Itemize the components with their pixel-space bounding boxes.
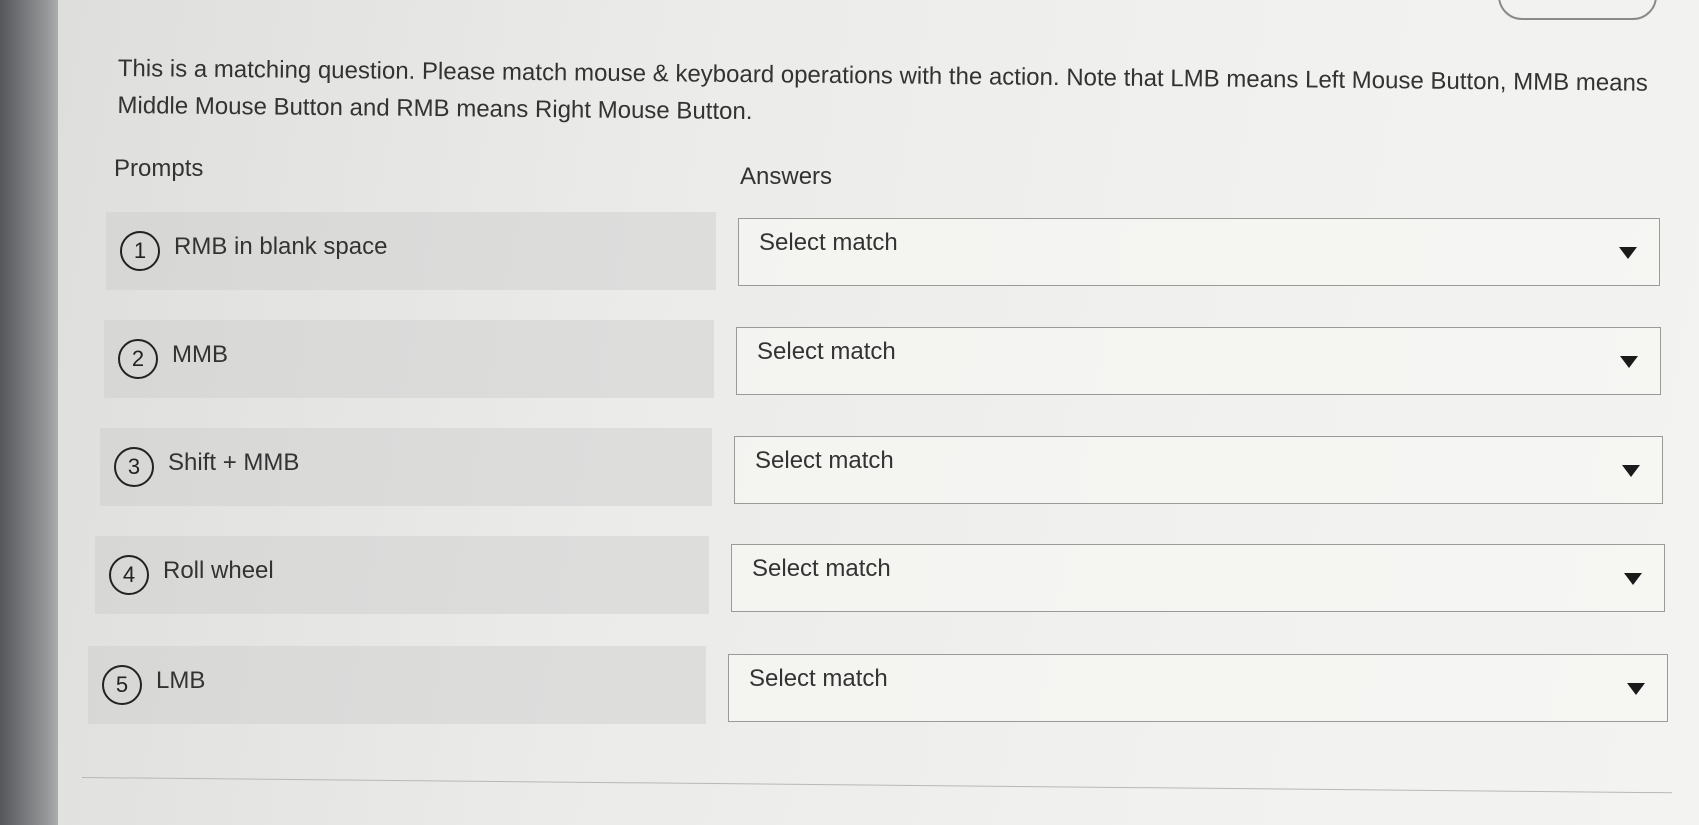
prompt-row-4: 4 Roll wheel xyxy=(95,536,709,614)
answer-select-5[interactable]: Select match xyxy=(728,654,1668,722)
answers-column-header: Answers xyxy=(740,163,833,190)
prompt-label: Shift + MMB xyxy=(168,449,300,476)
question-text: This is a matching question. Please matc… xyxy=(117,54,1648,126)
prompt-row-2: 2 MMB xyxy=(104,320,714,398)
select-value: Select match xyxy=(752,555,891,582)
top-pill-button[interactable] xyxy=(1498,0,1657,20)
answer-select-3[interactable]: Select match xyxy=(734,436,1663,504)
prompt-row-1: 1 RMB in blank space xyxy=(106,212,716,290)
prompt-label: MMB xyxy=(172,341,228,368)
select-value: Select match xyxy=(755,447,894,474)
chevron-down-icon[interactable] xyxy=(1624,573,1642,585)
prompt-row-5: 5 LMB xyxy=(88,646,706,724)
chevron-down-icon[interactable] xyxy=(1620,356,1638,368)
prompt-number-badge: 2 xyxy=(118,339,158,379)
monitor-bezel xyxy=(0,0,60,825)
answer-select-1[interactable]: Select match xyxy=(738,218,1660,286)
answer-select-4[interactable]: Select match xyxy=(731,544,1665,612)
chevron-down-icon[interactable] xyxy=(1619,247,1637,259)
prompt-label: RMB in blank space xyxy=(174,233,388,260)
prompt-number-badge: 5 xyxy=(102,665,142,705)
prompt-number-badge: 3 xyxy=(114,447,154,487)
answer-select-2[interactable]: Select match xyxy=(736,327,1661,395)
select-value: Select match xyxy=(757,338,896,365)
prompt-label: Roll wheel xyxy=(163,557,274,584)
prompts-column-header: Prompts xyxy=(114,155,204,182)
chevron-down-icon[interactable] xyxy=(1627,683,1645,695)
select-value: Select match xyxy=(749,665,888,692)
select-value: Select match xyxy=(759,229,898,256)
chevron-down-icon[interactable] xyxy=(1622,465,1640,477)
prompt-row-3: 3 Shift + MMB xyxy=(100,428,712,506)
prompt-label: LMB xyxy=(156,667,206,694)
prompt-number-badge: 4 xyxy=(109,555,149,595)
prompt-number-badge: 1 xyxy=(120,231,160,271)
screen: This is a matching question. Please matc… xyxy=(0,0,1699,825)
